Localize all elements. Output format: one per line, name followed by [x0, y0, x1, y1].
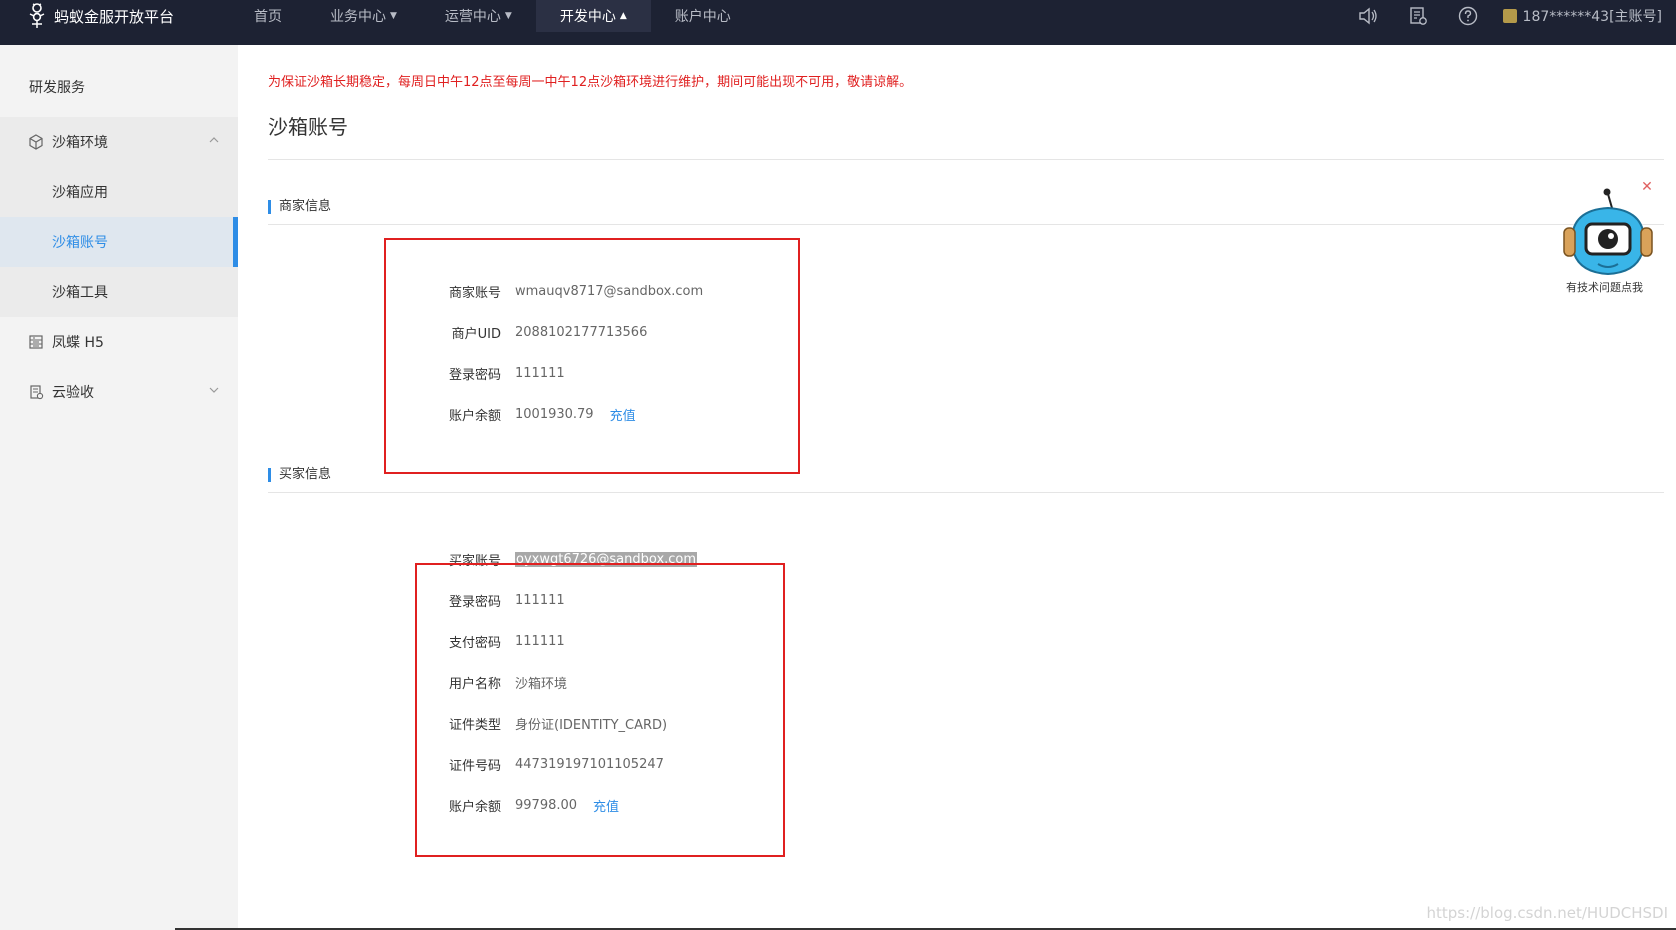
- watermark: https://blog.csdn.net/HUDCHSDI: [1426, 904, 1668, 922]
- top-right-tools: 187******43[主账号]: [1343, 0, 1676, 32]
- help-icon[interactable]: [1443, 0, 1493, 32]
- title-divider: [268, 159, 1664, 160]
- speaker-icon[interactable]: [1343, 0, 1393, 32]
- buyer-section-label: 买家信息: [268, 468, 331, 482]
- avatar: [1503, 9, 1517, 23]
- nav-operations[interactable]: 运营中心 ▼: [421, 0, 536, 32]
- merchant-divider: [268, 224, 1664, 225]
- sidebar-item-sandbox-tools[interactable]: 沙箱工具: [0, 267, 238, 317]
- clipboard-icon: [28, 384, 44, 400]
- chevron-down-icon: [208, 384, 220, 396]
- sidebar-heading: 研发服务: [0, 45, 238, 117]
- helper-text[interactable]: 有技术问题点我: [1566, 279, 1643, 295]
- nav-account-label: 账户中心: [675, 6, 731, 26]
- page-title: 沙箱账号: [268, 111, 348, 140]
- sidebar-item-label: 沙箱工具: [52, 282, 108, 302]
- user-name: 187******43[主账号]: [1523, 6, 1662, 26]
- maintenance-notice: 为保证沙箱长期稳定，每周日中午12点至每周一中午12点沙箱环境进行维护，期间可能…: [268, 71, 912, 90]
- sidebar: 研发服务 沙箱环境 沙箱应用 沙箱账号 沙箱工具 凤蝶 H5 云验收: [0, 45, 238, 930]
- ant-logo-icon: [26, 2, 48, 30]
- nav-dev-center-label: 开发中心: [560, 6, 616, 26]
- sidebar-item-sandbox-account[interactable]: 沙箱账号: [0, 217, 238, 267]
- sidebar-item-label: 凤蝶 H5: [52, 332, 104, 352]
- brand[interactable]: 蚂蚁金服开放平台: [26, 0, 174, 32]
- sidebar-item-cloud-acceptance[interactable]: 云验收: [0, 367, 238, 417]
- merchant-section-label: 商家信息: [268, 200, 331, 214]
- top-navbar: 蚂蚁金服开放平台 首页 业务中心 ▼ 运营中心 ▼ 开发中心 ▲ 账户中心 187**…: [0, 0, 1676, 45]
- sidebar-item-fengdie-h5[interactable]: 凤蝶 H5: [0, 317, 238, 367]
- layers-icon: [28, 334, 44, 350]
- caret-down-icon: ▼: [390, 11, 397, 21]
- sidebar-item-label: 沙箱环境: [52, 132, 108, 152]
- sidebar-item-label: 沙箱应用: [52, 182, 108, 202]
- caret-up-icon: ▲: [620, 11, 627, 21]
- brand-name: 蚂蚁金服开放平台: [54, 6, 174, 27]
- user-account-menu[interactable]: 187******43[主账号]: [1493, 6, 1676, 26]
- nav-home[interactable]: 首页: [230, 0, 306, 32]
- sidebar-item-sandbox-app[interactable]: 沙箱应用: [0, 167, 238, 217]
- nav-operations-label: 运营中心: [445, 6, 501, 26]
- sidebar-item-sandbox-env[interactable]: 沙箱环境: [0, 117, 238, 167]
- nav-business[interactable]: 业务中心 ▼: [306, 0, 421, 32]
- sidebar-item-label: 沙箱账号: [52, 232, 108, 252]
- chevron-up-icon: [208, 134, 220, 146]
- nav-dev-center[interactable]: 开发中心 ▲: [536, 0, 651, 32]
- close-icon[interactable]: ✕: [1638, 178, 1656, 196]
- nav-account[interactable]: 账户中心: [651, 0, 755, 32]
- robot-helper-icon[interactable]: [1562, 180, 1658, 290]
- caret-down-icon: ▼: [505, 11, 512, 21]
- nav-home-label: 首页: [254, 6, 282, 26]
- merchant-highlight-box: [384, 238, 800, 474]
- buyer-divider: [268, 492, 1664, 493]
- document-icon[interactable]: [1393, 0, 1443, 32]
- nav-business-label: 业务中心: [330, 6, 386, 26]
- cube-icon: [28, 134, 44, 150]
- main-nav: 首页 业务中心 ▼ 运营中心 ▼ 开发中心 ▲ 账户中心: [230, 0, 755, 32]
- buyer-highlight-box: [415, 563, 785, 857]
- sidebar-item-label: 云验收: [52, 382, 94, 402]
